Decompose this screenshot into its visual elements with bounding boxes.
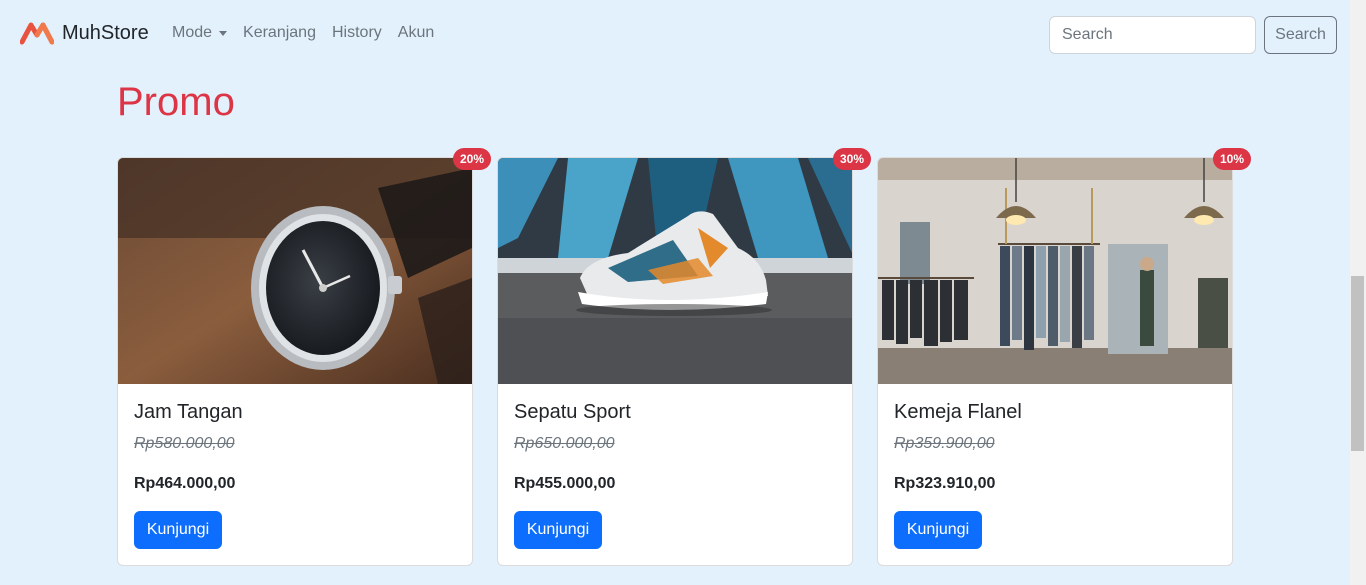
product-card: 30% Sepatu Sport Rp650.000,00 Rp455.000,… <box>497 148 871 566</box>
product-card: 20% Jam Tangan Rp580.000,00 Rp464.000,00… <box>117 148 491 566</box>
navbar: MuhStore Mode Keranjang History Akun Sea… <box>0 0 1350 70</box>
brand-name: MuhStore <box>62 21 149 44</box>
original-price: Rp650.000,00 <box>514 435 615 452</box>
product-name: Kemeja Flanel <box>894 401 1022 423</box>
nav-item-mode-dropdown[interactable]: Mode <box>172 24 228 42</box>
caret-down-icon <box>219 30 228 36</box>
original-price: Rp580.000,00 <box>134 435 235 452</box>
nav-menu: Mode Keranjang History Akun <box>172 24 434 42</box>
discounted-price: Rp455.000,00 <box>514 475 616 492</box>
nav-item-label: Mode <box>172 24 213 41</box>
search-button[interactable]: Search <box>1264 16 1337 54</box>
product-card: 10% Kemeja Flanel Rp359.900,00 Rp323.910… <box>877 148 1251 566</box>
brand-link[interactable]: MuhStore <box>20 20 149 46</box>
discount-badge: 30% <box>832 148 871 170</box>
nav-item-keranjang[interactable]: Keranjang <box>243 24 316 42</box>
visit-button[interactable]: Kunjungi <box>894 511 982 549</box>
discount-badge: 10% <box>1212 148 1251 170</box>
product-name: Jam Tangan <box>134 401 243 423</box>
product-image <box>498 158 852 384</box>
visit-button[interactable]: Kunjungi <box>134 511 222 549</box>
discounted-price: Rp464.000,00 <box>134 475 236 492</box>
discount-badge: 20% <box>452 148 491 170</box>
nav-item-akun[interactable]: Akun <box>398 24 434 42</box>
promo-heading: Promo <box>117 80 235 124</box>
discounted-price: Rp323.910,00 <box>894 475 996 492</box>
visit-button[interactable]: Kunjungi <box>514 511 602 549</box>
watch-icon <box>118 158 472 384</box>
product-image <box>878 158 1232 384</box>
product-image <box>118 158 472 384</box>
brand-logo-icon <box>20 22 54 45</box>
product-name: Sepatu Sport <box>514 401 631 423</box>
original-price: Rp359.900,00 <box>894 435 995 452</box>
shoe-icon <box>498 158 852 384</box>
scrollbar-thumb[interactable] <box>1351 276 1364 451</box>
clothing-store-icon <box>878 158 1232 384</box>
search-input[interactable] <box>1049 16 1256 54</box>
nav-item-history[interactable]: History <box>332 24 382 42</box>
